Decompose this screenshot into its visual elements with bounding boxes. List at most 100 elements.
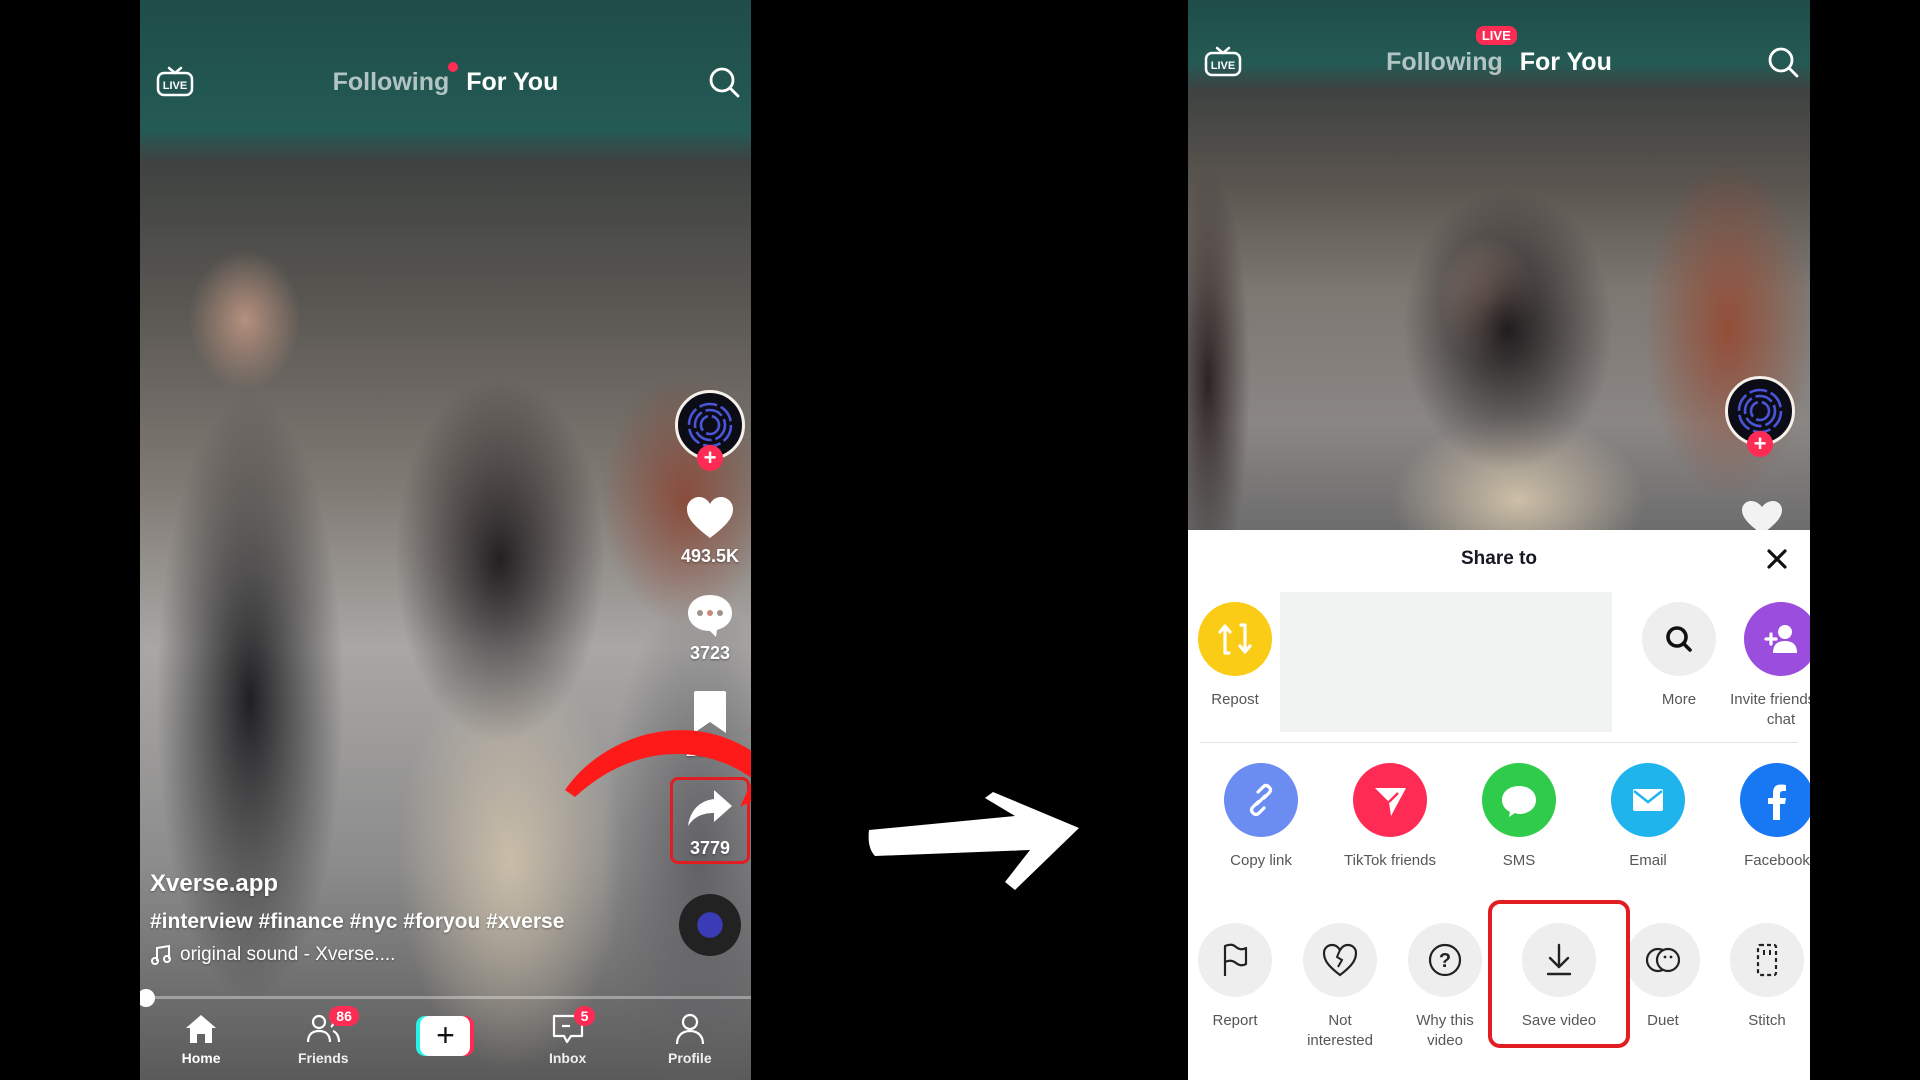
share-facebook-label: Facebook bbox=[1744, 852, 1810, 869]
share-tiktok-friends[interactable]: TikTok friends bbox=[1335, 763, 1445, 871]
duet-icon bbox=[1626, 923, 1700, 997]
creator-avatar[interactable]: + bbox=[1725, 376, 1795, 457]
nav-profile-label: Profile bbox=[668, 1050, 712, 1066]
right-arrow-icon bbox=[868, 792, 1079, 890]
xverse-logo-icon bbox=[687, 402, 733, 448]
tab-for-you[interactable]: For You bbox=[1520, 48, 1612, 76]
create-plus-icon: + bbox=[416, 1016, 475, 1056]
red-curved-arrow-annotation bbox=[565, 727, 751, 807]
follow-button[interactable]: + bbox=[697, 445, 723, 471]
right-phone-share-sheet: LIVE Following LIVE For You + Share to R… bbox=[1188, 0, 1810, 1080]
tab-following[interactable]: Following bbox=[332, 61, 459, 96]
facebook-icon bbox=[1740, 763, 1810, 837]
share-sheet-title: Share to bbox=[1460, 548, 1538, 569]
stitch-icon bbox=[1730, 923, 1804, 997]
action-duet-label: Duet bbox=[1647, 1012, 1679, 1029]
share-more[interactable]: More bbox=[1624, 602, 1734, 710]
action-not-interested-label: Not interested bbox=[1307, 1012, 1373, 1049]
action-why-label: Why this video bbox=[1416, 1012, 1474, 1049]
inbox-badge: 5 bbox=[573, 1006, 596, 1026]
close-icon[interactable] bbox=[1764, 546, 1790, 572]
svg-text:?: ? bbox=[1439, 950, 1451, 972]
tab-following-label: Following bbox=[332, 67, 450, 96]
share-sms[interactable]: SMS bbox=[1464, 763, 1574, 871]
nav-inbox[interactable]: 5 Inbox bbox=[523, 1006, 613, 1066]
comment-icon bbox=[688, 595, 732, 637]
left-phone-feed: LIVE Following For You + 493.5K 3723 377… bbox=[140, 0, 751, 1080]
invite-friend-icon bbox=[1744, 602, 1810, 676]
divider bbox=[1200, 742, 1798, 743]
tab-following-label: Following bbox=[1386, 47, 1503, 76]
heart-icon bbox=[686, 497, 733, 538]
like-count: 493.5K bbox=[680, 546, 740, 566]
comment-count: 3723 bbox=[689, 643, 731, 663]
nav-home[interactable]: Home bbox=[156, 1012, 246, 1066]
repost-icon bbox=[1198, 602, 1272, 676]
action-stitch[interactable]: Stitch bbox=[1712, 923, 1810, 1031]
message-bubble-icon bbox=[1482, 763, 1556, 837]
share-facebook[interactable]: Facebook bbox=[1722, 763, 1810, 871]
tab-for-you[interactable]: For You bbox=[466, 68, 558, 96]
heart-icon bbox=[1742, 501, 1782, 532]
action-stitch-label: Stitch bbox=[1748, 1012, 1786, 1029]
tutorial-composite: LIVE Following For You + 493.5K 3723 377… bbox=[0, 0, 1920, 1080]
action-report[interactable]: Report bbox=[1188, 923, 1290, 1031]
search-icon[interactable] bbox=[707, 65, 741, 99]
nav-friends[interactable]: 86 Friends bbox=[278, 1006, 368, 1066]
music-note-icon bbox=[151, 944, 171, 965]
bottom-nav: Home 86 Friends + 5 Inbox Profile bbox=[140, 1006, 751, 1080]
live-badge: LIVE bbox=[1475, 25, 1517, 45]
feed-tabs: Following LIVE For You bbox=[1188, 25, 1810, 77]
sound-name: original sound - Xverse.... bbox=[180, 944, 396, 965]
comment-button[interactable]: 3723 bbox=[684, 591, 736, 664]
share-copy-link[interactable]: Copy link bbox=[1206, 763, 1316, 871]
tab-following[interactable]: Following LIVE bbox=[1386, 25, 1517, 76]
share-sheet: Share to Repost More Invite friend chat … bbox=[1188, 530, 1810, 1080]
action-column: + bbox=[1718, 376, 1802, 457]
broken-heart-icon bbox=[1303, 923, 1377, 997]
hashtags[interactable]: #interview #finance #nyc #foryou #xverse bbox=[150, 910, 564, 934]
send-icon bbox=[1353, 763, 1427, 837]
share-repost-label: Repost bbox=[1211, 691, 1259, 708]
nav-create[interactable]: + bbox=[400, 1012, 490, 1056]
nav-friends-label: Friends bbox=[297, 1050, 349, 1066]
share-count: 3779 bbox=[689, 838, 731, 858]
feed-tabs: Following For You bbox=[140, 61, 751, 97]
share-invite-label: Invite friends to chat bbox=[1730, 691, 1810, 728]
sound-link[interactable]: original sound - Xverse.... bbox=[150, 944, 564, 966]
video-progress-bar[interactable] bbox=[140, 989, 751, 1007]
feed-topbar: LIVE Following For You bbox=[140, 52, 751, 112]
follow-button[interactable]: + bbox=[1747, 431, 1773, 457]
share-invite-friends[interactable]: Invite friends to chat bbox=[1726, 602, 1810, 729]
share-tiktok-friends-label: TikTok friends bbox=[1344, 852, 1436, 869]
music-disc-icon[interactable] bbox=[679, 894, 741, 956]
creator-username[interactable]: Xverse.app bbox=[150, 870, 564, 898]
friends-badge: 86 bbox=[329, 1006, 359, 1026]
action-not-interested[interactable]: Not interested bbox=[1285, 923, 1395, 1050]
link-icon bbox=[1224, 763, 1298, 837]
search-icon bbox=[1642, 602, 1716, 676]
create-symbol: + bbox=[420, 1016, 471, 1056]
action-why-this-video[interactable]: ? Why this video bbox=[1390, 923, 1500, 1050]
nav-home-label: Home bbox=[181, 1050, 221, 1066]
creator-avatar[interactable]: + bbox=[675, 390, 745, 471]
share-copy-link-label: Copy link bbox=[1230, 852, 1292, 869]
like-button[interactable]: 493.5K bbox=[681, 494, 739, 567]
xverse-logo-icon bbox=[1737, 388, 1783, 434]
home-icon bbox=[186, 1015, 217, 1043]
action-report-label: Report bbox=[1212, 1012, 1258, 1029]
notification-dot bbox=[448, 61, 459, 72]
video-caption: Xverse.app #interview #finance #nyc #for… bbox=[150, 870, 564, 966]
nav-profile[interactable]: Profile bbox=[645, 1012, 735, 1066]
share-email[interactable]: Email bbox=[1593, 763, 1703, 871]
share-repost[interactable]: Repost bbox=[1188, 602, 1290, 710]
friends-list-placeholder bbox=[1280, 592, 1612, 732]
share-more-label: More bbox=[1661, 691, 1697, 708]
flag-icon bbox=[1198, 923, 1272, 997]
nav-inbox-label: Inbox bbox=[548, 1050, 587, 1066]
profile-icon bbox=[675, 1013, 704, 1045]
feed-topbar: LIVE Following LIVE For You bbox=[1188, 25, 1810, 92]
search-icon[interactable] bbox=[1766, 45, 1800, 79]
share-sms-label: SMS bbox=[1502, 852, 1536, 869]
save-video-highlight-annotation bbox=[1488, 900, 1630, 1048]
